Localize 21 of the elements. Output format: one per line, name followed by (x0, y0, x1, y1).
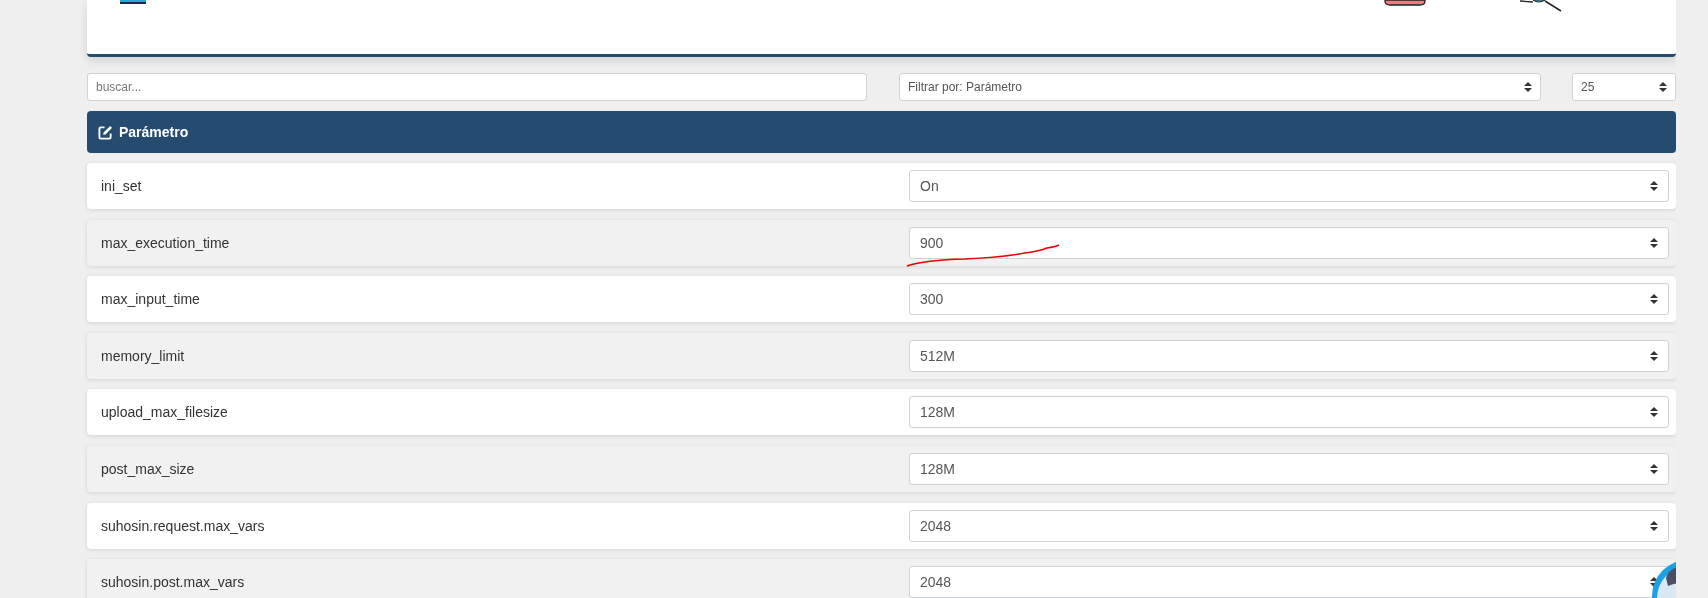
param-name: max_input_time (101, 291, 200, 308)
value-select[interactable]: On (909, 170, 1669, 202)
value-select[interactable]: 2048 (909, 509, 1669, 542)
param-name: post_max_size (101, 460, 195, 477)
search-field[interactable]: buscar... (87, 73, 867, 101)
page-size-select[interactable]: 25 (1572, 73, 1676, 101)
value-select[interactable]: 2048 (909, 566, 1669, 598)
param-name: ini_set (101, 178, 142, 194)
edit-icon (98, 124, 113, 140)
param-name: upload_max_filesize (101, 404, 228, 421)
param-name: suhosin.request.max_vars (101, 517, 265, 534)
value-select[interactable]: 900 (909, 226, 1669, 259)
filter-select[interactable]: Filtrar por: Parámetro (899, 73, 1541, 101)
value-select[interactable]: 512M (909, 339, 1669, 372)
value-select[interactable]: 128M (909, 452, 1669, 485)
param-name: memory_limit (101, 347, 185, 364)
value-select[interactable]: 300 (909, 283, 1669, 316)
param-name: max_execution_time (101, 234, 230, 251)
param-name: suhosin.post.max_vars (101, 574, 245, 591)
value-select[interactable]: 128M (909, 396, 1669, 429)
panel-title: Parámetro (119, 124, 189, 140)
